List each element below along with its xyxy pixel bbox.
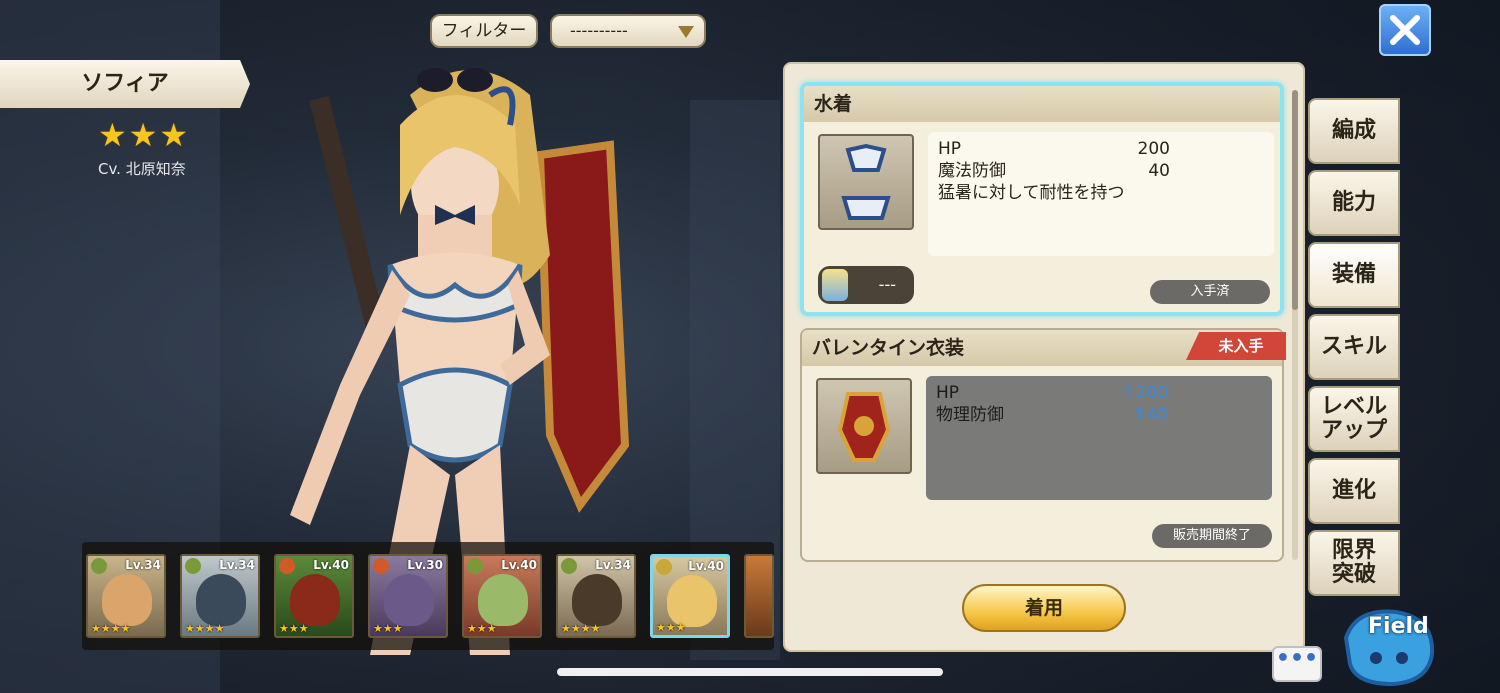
party-bar: Lv.34 ★★★★ Lv.34 ★★★★ Lv.40 ★★★ Lv.30 ★★… <box>82 542 774 650</box>
owner-avatar <box>822 269 848 301</box>
arrow-up-icon: ⇑ <box>1121 383 1136 403</box>
element-icon <box>467 558 483 574</box>
member-level: Lv.34 <box>595 558 631 572</box>
chat-button[interactable]: ••• <box>1272 646 1322 682</box>
character-name: ソフィア <box>0 60 250 108</box>
member-level: Lv.40 <box>688 559 724 573</box>
tab-level-up[interactable]: レベル アップ <box>1308 386 1400 452</box>
member-level: Lv.34 <box>219 558 255 572</box>
stat-label: 魔法防御 <box>938 161 1006 181</box>
costume-card[interactable]: バレンタイン衣装 未入手 HP ⇑200 物理防御 ⇑40 販売期間終了 <box>800 326 1286 562</box>
party-member-8-partial[interactable] <box>744 554 774 638</box>
tab-formation[interactable]: 編成 <box>1308 98 1400 164</box>
filter-dropdown[interactable]: ---------- <box>550 14 706 48</box>
party-member-7-selected[interactable]: Lv.40 ★★★ <box>650 554 730 638</box>
member-stars: ★★★ <box>279 622 309 635</box>
avatar <box>102 574 152 626</box>
party-member-6[interactable]: Lv.34 ★★★★ <box>556 554 636 638</box>
home-indicator[interactable] <box>557 668 943 676</box>
costume-description: 猛暑に対して耐性を持つ <box>938 183 1125 203</box>
avatar <box>290 574 340 626</box>
costume-stats: HP 200 魔法防御 40 猛暑に対して耐性を持つ <box>928 132 1274 256</box>
equip-button[interactable]: 着用 <box>962 584 1126 632</box>
field-label: Field <box>1368 614 1429 639</box>
party-member-2[interactable]: Lv.34 ★★★★ <box>180 554 260 638</box>
avatar <box>667 575 717 627</box>
party-member-4[interactable]: Lv.30 ★★★ <box>368 554 448 638</box>
tab-evolution[interactable]: 進化 <box>1308 458 1400 524</box>
character-rarity-stars: ★★★ <box>98 116 191 154</box>
costume-stats: HP ⇑200 物理防御 ⇑40 <box>926 376 1272 500</box>
status-badge: 販売期間終了 <box>1152 524 1272 548</box>
avatar <box>478 574 528 626</box>
costume-owner: --- <box>818 266 914 304</box>
swimsuit-icon <box>818 134 914 230</box>
ribbon-label: 未入手 <box>1186 332 1286 360</box>
filter-button[interactable]: フィルター <box>430 14 538 48</box>
element-icon <box>185 558 201 574</box>
element-icon <box>91 558 107 574</box>
member-stars: ★★★ <box>467 622 497 635</box>
party-member-5[interactable]: Lv.40 ★★★ <box>462 554 542 638</box>
party-member-3[interactable]: Lv.40 ★★★ <box>274 554 354 638</box>
element-icon <box>373 558 389 574</box>
member-stars: ★★★ <box>656 621 686 634</box>
stat-value: 200 <box>1137 139 1170 159</box>
member-level: Lv.34 <box>125 558 161 572</box>
element-icon <box>656 559 672 575</box>
not-owned-ribbon: 未入手 <box>1182 326 1286 382</box>
stat-value: 40 <box>1148 161 1170 181</box>
stat-label: HP <box>938 139 962 159</box>
element-icon <box>279 558 295 574</box>
voice-actor-label: Cv. 北原知奈 <box>98 160 186 178</box>
avatar <box>572 574 622 626</box>
panel-scrollbar[interactable] <box>1292 90 1298 560</box>
valentine-outfit-icon <box>816 378 912 474</box>
owner-label: --- <box>878 275 896 294</box>
stat-label: 物理防御 <box>936 405 1004 425</box>
avatar <box>196 574 246 626</box>
tab-skills[interactable]: スキル <box>1308 314 1400 380</box>
member-level: Lv.40 <box>501 558 537 572</box>
close-button[interactable] <box>1379 4 1431 56</box>
costume-title: 水着 <box>804 86 1280 122</box>
stat-value: ⇑40 <box>1132 405 1168 425</box>
costume-card-selected[interactable]: 水着 HP 200 魔法防御 40 猛暑に対して耐性を持つ --- 入手済 <box>800 82 1284 316</box>
avatar <box>384 574 434 626</box>
scrollbar-thumb[interactable] <box>1292 90 1298 310</box>
field-button[interactable] <box>1336 598 1440 688</box>
member-stars: ★★★★ <box>185 622 225 635</box>
member-level: Lv.40 <box>313 558 349 572</box>
close-icon <box>1390 15 1420 45</box>
tab-limit-break[interactable]: 限界 突破 <box>1308 530 1400 596</box>
party-member-1[interactable]: Lv.34 ★★★★ <box>86 554 166 638</box>
filter-dropdown-value: ---------- <box>570 21 628 40</box>
tab-abilities[interactable]: 能力 <box>1308 170 1400 236</box>
member-level: Lv.30 <box>407 558 443 572</box>
stat-value: ⇑200 <box>1121 383 1168 403</box>
tab-equipment[interactable]: 装備 <box>1308 242 1400 308</box>
member-stars: ★★★★ <box>91 622 131 635</box>
element-icon <box>561 558 577 574</box>
member-stars: ★★★★ <box>561 622 601 635</box>
member-stars: ★★★ <box>373 622 403 635</box>
chevron-down-icon <box>678 26 694 38</box>
arrow-up-icon: ⇑ <box>1132 405 1147 425</box>
stat-label: HP <box>936 383 960 403</box>
status-badge: 入手済 <box>1150 280 1270 304</box>
